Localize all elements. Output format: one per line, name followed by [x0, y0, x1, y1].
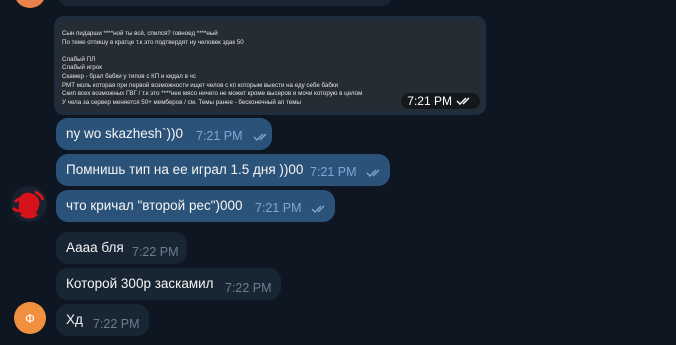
message-time: 7:21 PM — [310, 165, 357, 179]
message-time: 7:21 PM — [196, 129, 243, 143]
avatar[interactable] — [11, 186, 47, 222]
message-time: 7:21 PM — [407, 94, 452, 108]
image-message[interactable]: Сын пидарши ****ной ты всё, спился? говн… — [54, 16, 486, 115]
read-checkmarks-icon — [366, 169, 380, 177]
red-scribble-icon — [11, 188, 45, 220]
message-bubble[interactable]: Аааа бля 7:22 PM — [56, 232, 187, 264]
message-bubble[interactable]: Помнишь тип на ее играл 1.5 дня ))00 7:2… — [56, 154, 390, 186]
avatar[interactable]: Ф — [14, 302, 46, 334]
message-text: что кричал "второй рес")000 — [66, 198, 243, 213]
screenshot-text: Сын пидарши ****ной ты всё, спился? говн… — [62, 30, 363, 106]
message-text: Которой 300р заскамил — [66, 276, 214, 291]
message-time: 7:22 PM — [225, 281, 272, 295]
message-time: 7:21 PM — [255, 201, 302, 215]
message-bubble[interactable]: Хд 7:22 PM — [56, 304, 149, 336]
avatar-initial: Ф — [25, 310, 35, 326]
read-checkmarks-icon — [456, 97, 470, 105]
message-bubble[interactable]: ny wo skazhesh`))0 7:21 PM — [56, 118, 272, 150]
read-checkmarks-icon — [253, 133, 267, 141]
avatar[interactable] — [14, 0, 46, 8]
message-bubble-partial — [58, 0, 392, 6]
message-bubble[interactable]: что кричал "второй рес")000 7:21 PM — [56, 190, 335, 222]
message-text: Аааа бля — [66, 240, 124, 255]
message-meta: 7:21 PM — [401, 93, 480, 109]
read-checkmarks-icon — [311, 205, 325, 213]
message-bubble[interactable]: Которой 300р заскамил 7:22 PM — [56, 268, 281, 300]
message-time: 7:22 PM — [93, 317, 140, 331]
message-text: ny wo skazhesh`))0 — [66, 126, 184, 141]
message-time: 7:22 PM — [132, 245, 179, 259]
message-text: Хд — [66, 312, 83, 327]
message-text: Помнишь тип на ее играл 1.5 дня ))00 — [66, 162, 304, 177]
